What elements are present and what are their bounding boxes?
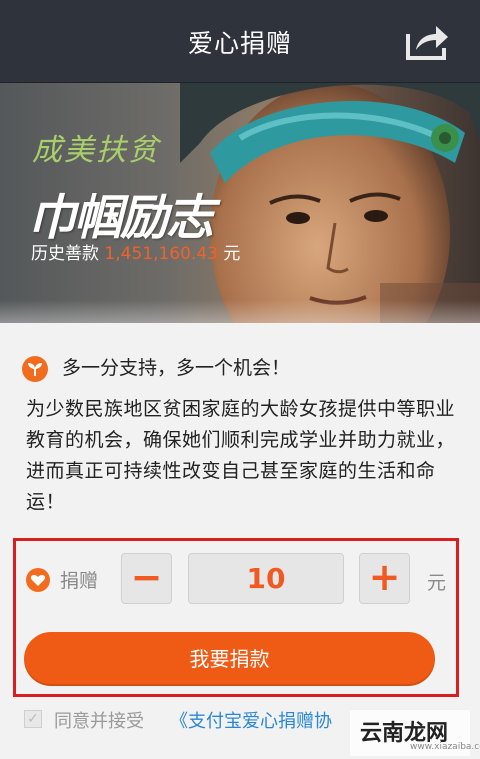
top-bar: 爱心捐赠 [0, 0, 480, 83]
history-label: 历史善款 [31, 244, 99, 264]
watermark-url: www.xiazaiba.com [410, 742, 480, 752]
hero-slogan-top: 成美扶贫 [32, 133, 160, 168]
amount-unit: 元 [427, 572, 447, 594]
heart-icon [26, 568, 50, 592]
intro-heading: 多一分支持，多一个机会！ [62, 357, 291, 379]
agreement-checkbox[interactable]: ✓ [24, 710, 42, 728]
donation-history: 历史善款 1,451,160.43 元 [31, 239, 240, 264]
girl-portrait-image [180, 83, 480, 323]
share-icon[interactable] [404, 20, 452, 62]
decrease-amount-button[interactable]: − [121, 553, 172, 604]
sprout-icon [22, 356, 48, 382]
hero-banner: 成美扶贫 巾帼励志 历史善款 1,451,160.43 元 [0, 83, 480, 323]
donate-button[interactable]: 我要捐款 [24, 632, 435, 686]
hero-slogan-main: 巾帼励志 [28, 190, 214, 246]
banner-fade [0, 300, 480, 360]
history-amount: 1,451,160.43 [104, 244, 218, 264]
agreement-text: 同意并接受 [54, 711, 144, 732]
history-unit: 元 [223, 244, 241, 264]
intro-description: 为少数民族地区贫困家庭的大龄女孩提供中等职业教育的机会，确保她们顺利完成学业并助… [26, 398, 456, 513]
donation-amount-input[interactable]: 10 [188, 553, 344, 604]
agreement-link[interactable]: 《支付宝爱心捐赠协 [170, 707, 332, 733]
increase-amount-button[interactable]: + [359, 553, 410, 604]
donation-label: 捐赠 [60, 570, 99, 592]
